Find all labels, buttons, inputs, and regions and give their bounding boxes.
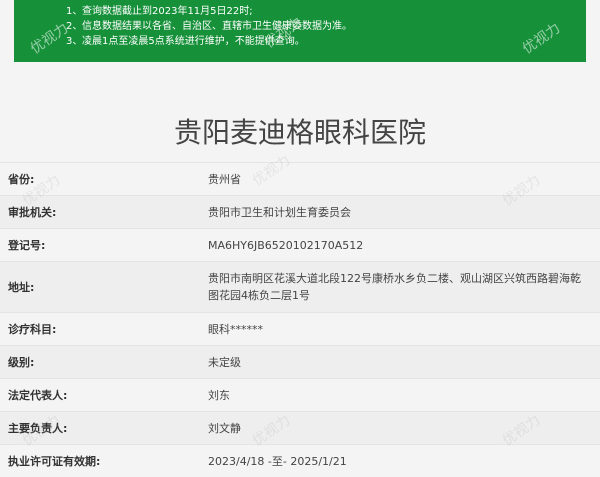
row-value: 未定级 xyxy=(208,355,241,369)
row-label: 执业许可证有效期: xyxy=(8,455,101,468)
table-row: 法定代表人: 刘东 xyxy=(0,378,600,411)
row-value: 贵阳市卫生和计划生育委员会 xyxy=(208,205,351,219)
notice-item: 2、信息数据结果以各省、自治区、直辖市卫生健康委数据为准。 xyxy=(66,21,352,32)
row-label: 省份: xyxy=(8,173,35,186)
row-value: 眼科****** xyxy=(208,322,263,336)
row-value: 贵阳市南明区花溪大道北段122号康桥水乡负二楼、观山湖区兴筑西路碧海乾图花园4栋… xyxy=(208,272,581,302)
notice-item: 3、凌晨1点至凌晨5点系统进行维护，不能提供查询。 xyxy=(66,36,305,47)
table-row: 地址: 贵阳市南明区花溪大道北段122号康桥水乡负二楼、观山湖区兴筑西路碧海乾图… xyxy=(0,261,600,312)
row-value: 刘文静 xyxy=(208,421,241,435)
table-row: 级别: 未定级 xyxy=(0,345,600,378)
info-table: 省份: 贵州省 审批机关: 贵阳市卫生和计划生育委员会 登记号: MA6HY6J… xyxy=(0,162,600,477)
notice-banner: 1、查询数据截止到2023年11月5日22时; 2、信息数据结果以各省、自治区、… xyxy=(14,0,586,62)
table-row: 审批机关: 贵阳市卫生和计划生育委员会 xyxy=(0,195,600,228)
row-label: 登记号: xyxy=(8,239,46,252)
table-row: 执业许可证有效期: 2023/4/18 -至- 2025/1/21 xyxy=(0,444,600,477)
table-row: 主要负责人: 刘文静 xyxy=(0,411,600,444)
row-label: 地址: xyxy=(8,281,35,294)
row-label: 诊疗科目: xyxy=(8,323,57,336)
table-row: 省份: 贵州省 xyxy=(0,162,600,195)
row-value: 贵州省 xyxy=(208,172,241,186)
page-title: 贵阳麦迪格眼科医院 xyxy=(173,115,426,149)
table-row: 登记号: MA6HY6JB6520102170A512 xyxy=(0,228,600,261)
row-value: 2023/4/18 -至- 2025/1/21 xyxy=(208,454,347,468)
table-row: 诊疗科目: 眼科****** xyxy=(0,312,600,345)
row-label: 主要负责人: xyxy=(8,422,68,435)
row-label: 审批机关: xyxy=(8,206,57,219)
row-label: 级别: xyxy=(8,356,35,369)
row-value: MA6HY6JB6520102170A512 xyxy=(208,238,364,252)
notice-item: 1、查询数据截止到2023年11月5日22时; xyxy=(66,6,253,17)
row-label: 法定代表人: xyxy=(8,389,68,402)
row-value: 刘东 xyxy=(208,388,230,402)
